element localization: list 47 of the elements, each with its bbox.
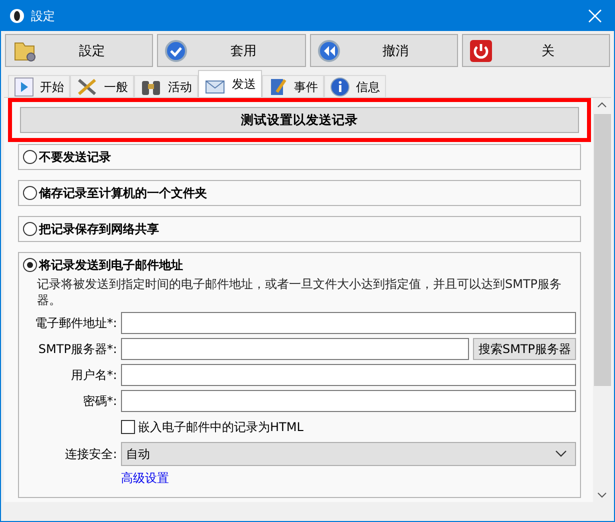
tab[interactable]: 信息 xyxy=(324,75,386,98)
scroll-up-icon[interactable] xyxy=(597,102,607,108)
rewind-icon xyxy=(316,38,340,62)
security-dropdown[interactable]: 自动 xyxy=(121,442,576,466)
option-label[interactable]: 不要发送记录 xyxy=(39,148,111,166)
tools-icon xyxy=(76,77,98,97)
option-label[interactable]: 储存记录至计算机的一个文件夹 xyxy=(39,184,207,202)
app-icon xyxy=(9,8,25,24)
input-field[interactable] xyxy=(121,364,576,386)
option-label[interactable]: 将记录发送到电子邮件地址 xyxy=(39,256,183,274)
tab[interactable]: 活动 xyxy=(134,75,198,98)
radio-button[interactable] xyxy=(23,258,37,272)
scroll-down-icon[interactable] xyxy=(597,492,607,498)
checkbox-label[interactable]: 嵌入电子邮件中的记录为HTML xyxy=(138,418,304,436)
power-icon xyxy=(468,38,493,62)
field-label: 用户名*: xyxy=(70,366,117,384)
description-text: 记录将被发送到指定时间的电子邮件地址，或者一旦文件大小达到指定值，并且可以达到SMTP服务器。 xyxy=(37,276,563,308)
scrollbar[interactable] xyxy=(593,98,611,502)
input-field[interactable] xyxy=(121,338,470,360)
advanced-settings-link[interactable]: 高级设置 xyxy=(121,470,169,488)
radio-button[interactable] xyxy=(23,222,37,236)
test-button[interactable]: 测试设置以发送记录 xyxy=(20,107,579,133)
scroll-thumb[interactable] xyxy=(594,114,610,386)
radio-button[interactable] xyxy=(23,186,37,200)
toolbar-button[interactable]: 設定 xyxy=(5,34,154,67)
input-field[interactable] xyxy=(121,390,576,412)
option-label[interactable]: 把记录保存到网络共享 xyxy=(39,220,159,238)
radio-button[interactable] xyxy=(23,150,37,164)
document-pen-icon xyxy=(268,77,288,97)
field-label: SMTP服务器*: xyxy=(37,340,117,358)
tab[interactable]: 一般 xyxy=(70,75,134,98)
field-label: 密碼*: xyxy=(82,392,117,410)
tab[interactable]: 开始 xyxy=(8,75,70,98)
toolbar-button[interactable]: 撤消 xyxy=(310,34,458,67)
chevron-down-icon xyxy=(555,450,567,458)
close-icon[interactable] xyxy=(588,9,602,23)
check-icon xyxy=(164,38,188,62)
tab[interactable]: 发送 xyxy=(198,70,262,98)
checkbox[interactable] xyxy=(121,420,135,434)
toolbar-button[interactable]: 关 xyxy=(462,34,610,67)
field-label: 连接安全: xyxy=(64,446,117,463)
window-title: 設定 xyxy=(31,8,55,24)
tab[interactable]: 事件 xyxy=(262,75,324,98)
toolbar-button[interactable]: 套用 xyxy=(157,34,306,67)
field-label: 電子郵件地址*: xyxy=(35,314,117,332)
search-smtp-button[interactable]: 搜索SMTP服务器 xyxy=(473,338,576,360)
input-field[interactable] xyxy=(121,312,576,334)
